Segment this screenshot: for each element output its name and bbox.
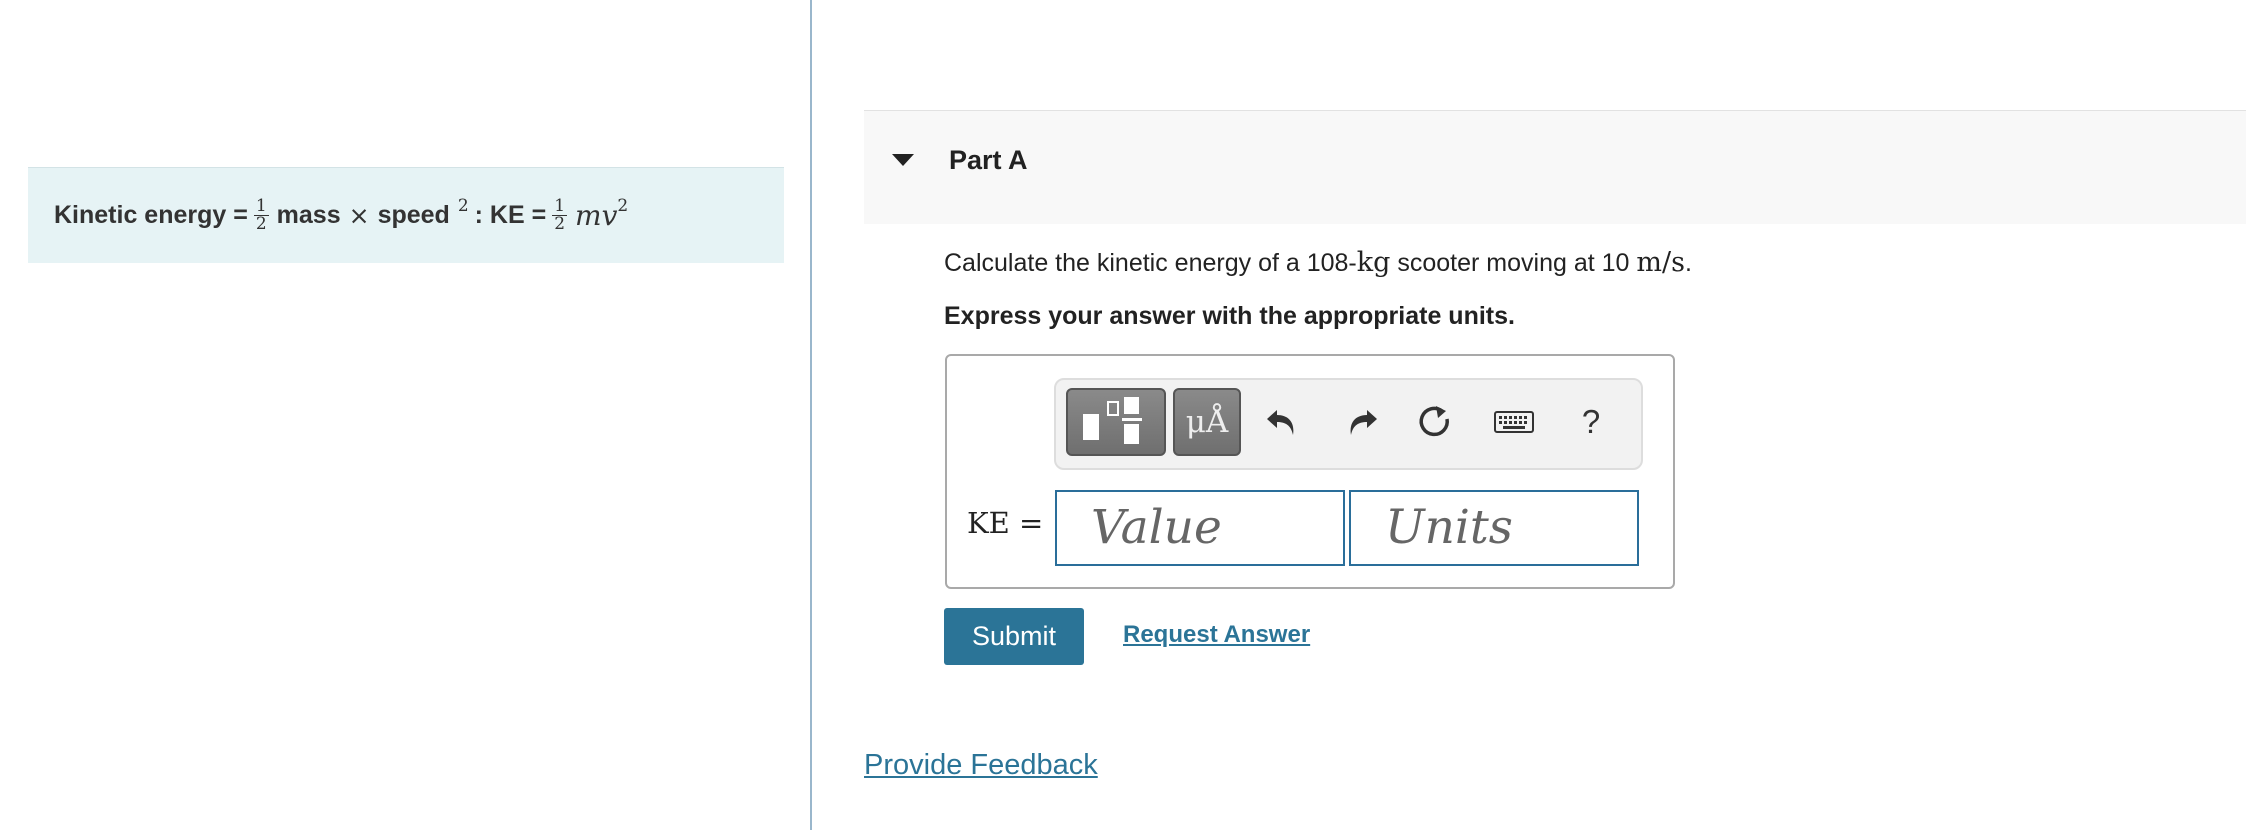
question-text-part-1: Calculate the kinetic energy of a 108- <box>944 249 1357 277</box>
left-panel: Kinetic energy = 1 2 mass × speed 2 : KE… <box>0 0 810 830</box>
hint-mv: mv <box>575 199 618 232</box>
undo-icon <box>1267 410 1294 435</box>
request-answer-link[interactable]: Request Answer <box>1123 621 1310 649</box>
provide-feedback-link[interactable]: Provide Feedback <box>864 749 1098 782</box>
value-input[interactable]: Value <box>1055 490 1345 566</box>
hint-label: Kinetic energy = <box>54 201 248 229</box>
templates-button[interactable] <box>1066 388 1166 456</box>
hint-fraction-denominator: 2 <box>255 214 267 234</box>
part-a-header[interactable]: Part A <box>864 110 2246 224</box>
submit-button[interactable]: Submit <box>944 608 1084 665</box>
hint-separator: : KE = <box>474 201 547 229</box>
panel-divider[interactable] <box>810 0 812 830</box>
keyboard-button[interactable] <box>1492 400 1536 444</box>
hint-times-symbol: × <box>348 201 370 230</box>
help-button[interactable]: ? <box>1569 400 1613 444</box>
reset-button[interactable] <box>1413 400 1457 444</box>
redo-icon <box>1350 410 1377 435</box>
part-title: Part A <box>949 145 1028 175</box>
question-text-part-2: scooter moving at 10 <box>1390 249 1637 277</box>
help-icon: ? <box>1581 403 1601 440</box>
answer-label: KE = <box>967 506 1044 540</box>
keyboard-icon <box>1494 411 1534 433</box>
question-unit-ms: m/s <box>1636 247 1685 278</box>
hint-mv-exponent: 2 <box>617 195 629 216</box>
redo-button[interactable] <box>1339 400 1383 444</box>
hint-mass: mass <box>276 201 341 229</box>
templates-icon <box>1083 397 1142 444</box>
question-text: Calculate the kinetic energy of a 108-kg… <box>944 247 1692 278</box>
units-input[interactable]: Units <box>1349 490 1639 566</box>
units-button[interactable]: μÅ <box>1173 388 1241 456</box>
hint-formula: Kinetic energy = 1 2 mass × speed 2 : KE… <box>54 195 629 234</box>
hint-fraction-2: 1 2 <box>552 198 568 234</box>
question-text-part-3: . <box>1684 249 1692 277</box>
instruction-text: Express your answer with the appropriate… <box>944 302 1515 330</box>
reset-icon <box>1419 406 1449 437</box>
answer-box: μÅ ? KE = Value Units <box>945 354 1675 589</box>
undo-button[interactable] <box>1261 400 1305 444</box>
question-unit-kg: kg <box>1356 247 1391 278</box>
collapse-caret-icon[interactable] <box>892 154 914 166</box>
hint-box: Kinetic energy = 1 2 mass × speed 2 : KE… <box>28 167 784 263</box>
hint-exponent: 2 <box>457 195 469 216</box>
hint-speed: speed <box>377 201 450 229</box>
hint-fraction: 1 2 <box>253 198 269 234</box>
hint-fraction-2-denominator: 2 <box>554 214 566 234</box>
units-icon: μÅ <box>1185 404 1229 440</box>
math-toolbar: μÅ ? <box>1054 378 1643 470</box>
